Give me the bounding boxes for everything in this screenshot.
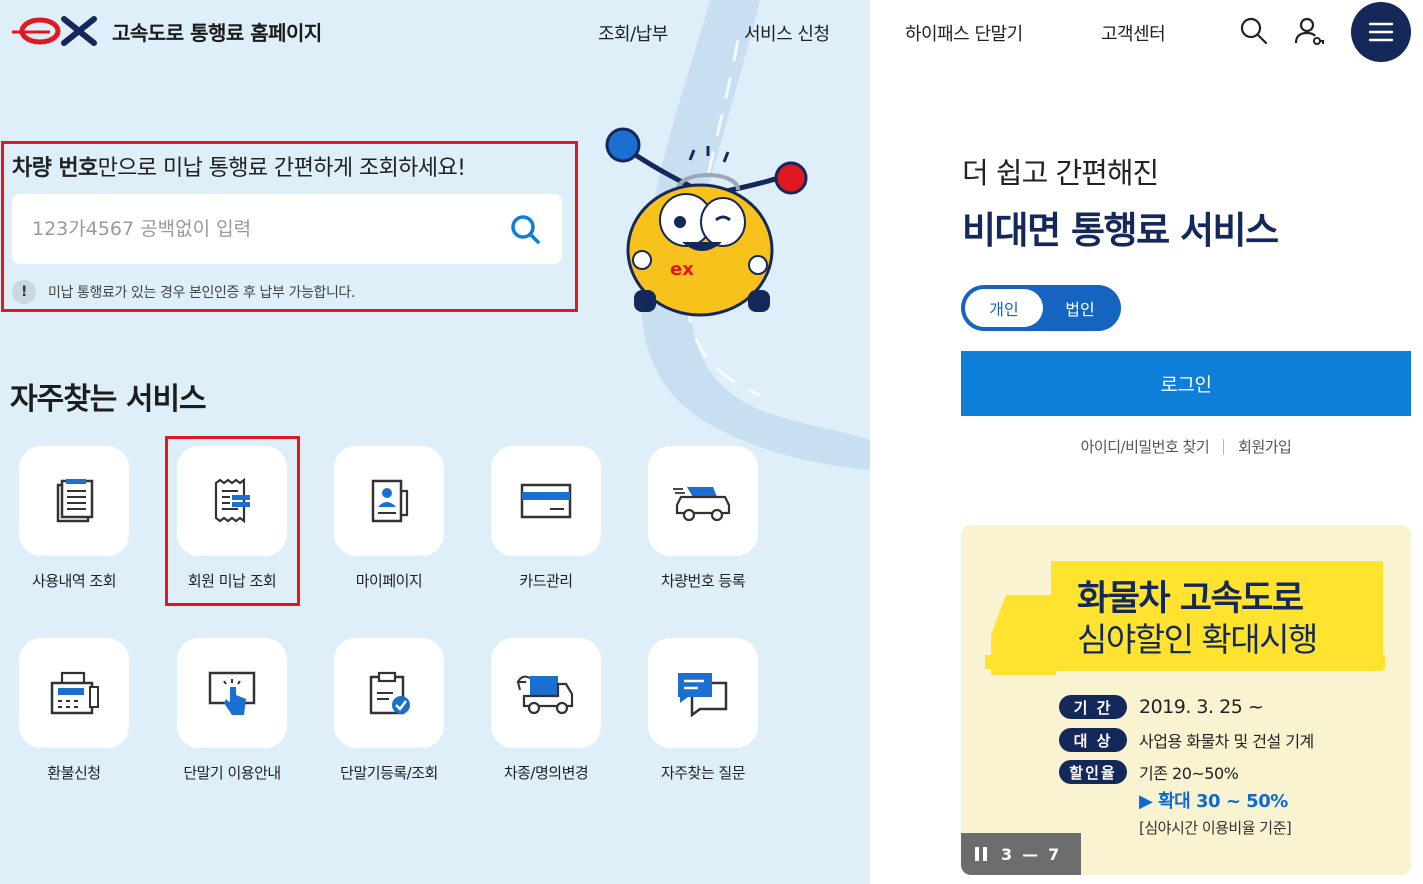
user-key-icon — [1294, 17, 1324, 45]
right-panel: 더 쉽고 간편해진 비대면 통행료 서비스 개인 법인 로그인 아이디/비밀번호… — [870, 0, 1423, 884]
left-panel: 고속도로 통행료 홈페이지 조회/납부 서비스 신청 차량 번호만으로 미납 통… — [0, 0, 870, 884]
service-tile — [177, 638, 287, 748]
frequent-services-title: 자주찾는 서비스 — [10, 382, 207, 417]
banner-title-line2: 심야할인 확대시행 — [1077, 620, 1318, 659]
header-user-button[interactable] — [1292, 14, 1326, 48]
toggle-corporate[interactable]: 법인 — [1041, 289, 1119, 327]
period-value: 2019. 3. 25 ~ — [1139, 696, 1264, 718]
toggle-personal[interactable]: 개인 — [965, 289, 1043, 327]
pager-current: 3 — [1001, 844, 1013, 864]
nav-service-apply[interactable]: 서비스 신청 — [744, 20, 830, 46]
service-label: 차량번호 등록 — [660, 572, 746, 590]
service-tile — [491, 638, 601, 748]
service-vehicle-owner-change[interactable]: 차종/명의변경 — [476, 638, 616, 798]
service-card-management[interactable]: 카드관리 — [476, 446, 616, 606]
target-value: 사업용 화물차 및 건설 기계 — [1139, 732, 1314, 751]
divider — [1223, 438, 1225, 455]
banner-period-row: 기 간 2019. 3. 25 ~ — [1059, 695, 1264, 719]
plate-search-box: 차량 번호만으로 미납 통행료 간편하게 조회하세요! ! 미납 통행료가 있는… — [1, 141, 578, 312]
service-label: 단말기 이용안내 — [183, 764, 281, 782]
search-input-wrap — [12, 194, 562, 264]
exclamation-icon: ! — [12, 280, 36, 304]
service-tile — [19, 638, 129, 748]
nav-customer-center[interactable]: 고객센터 — [1101, 20, 1166, 46]
service-label: 차종/명의변경 — [503, 764, 589, 782]
banner-pager: 3 — 7 — [961, 833, 1081, 875]
site-title: 고속도로 통행료 홈페이지 — [112, 20, 322, 45]
triangle-right-icon: ▶ — [1139, 791, 1153, 812]
site-logo[interactable]: 고속도로 통행료 홈페이지 — [10, 14, 322, 48]
header-search-button[interactable] — [1237, 14, 1271, 48]
profile-book-icon — [371, 479, 409, 523]
mascot-car-icon: ex — [605, 127, 808, 317]
account-links: 아이디/비밀번호 찾기 회원가입 — [961, 436, 1411, 457]
document-list-icon — [56, 479, 94, 523]
login-subtitle: 더 쉽고 간편해진 — [962, 156, 1159, 190]
search-icon — [1240, 17, 1268, 45]
pager-separator: — — [1022, 844, 1039, 864]
service-tile — [334, 638, 444, 748]
ex-logo-icon — [12, 16, 97, 46]
menu-button[interactable] — [1351, 2, 1411, 62]
rate-pill: 할인율 — [1059, 760, 1127, 784]
notice-text: 미납 통행료가 있는 경우 본인인증 후 납부 가능합니다. — [48, 285, 355, 301]
pager-total: 7 — [1048, 844, 1060, 864]
expanded-rate-text: 확대 30 ~ 50% — [1158, 791, 1288, 812]
nav-hipass-terminal[interactable]: 하이패스 단말기 — [905, 20, 1023, 46]
service-mypage[interactable]: 마이페이지 — [319, 446, 459, 606]
service-usage-history[interactable]: 사용내역 조회 — [4, 446, 144, 606]
svg-text:ex: ex — [670, 259, 694, 280]
service-terminal-guide[interactable]: 단말기 이용안내 — [162, 638, 302, 798]
card-icon — [520, 483, 572, 519]
service-tile — [648, 446, 758, 556]
hamburger-icon — [1368, 22, 1394, 42]
banner-target-row: 대 상 사업용 화물차 및 건설 기계 — [1059, 728, 1314, 752]
member-type-toggle: 개인 법인 — [961, 285, 1121, 331]
service-faq[interactable]: 자주찾는 질문 — [633, 638, 773, 798]
rate-value: 기존 20~50% — [1139, 764, 1239, 783]
target-pill: 대 상 — [1059, 728, 1127, 752]
service-plate-register[interactable]: 차량번호 등록 — [633, 446, 773, 606]
unpaid-notice: ! 미납 통행료가 있는 경우 본인인증 후 납부 가능합니다. — [12, 280, 355, 304]
banner-footnote: [심야시간 이용비율 기준] — [1139, 819, 1292, 837]
service-tile — [334, 446, 444, 556]
service-label: 환불신청 — [47, 764, 101, 782]
period-pill: 기 간 — [1059, 695, 1127, 719]
search-icon[interactable] — [508, 212, 542, 246]
fax-icon — [50, 671, 99, 715]
nav-inquiry-payment[interactable]: 조회/납부 — [598, 20, 668, 46]
car-icon — [673, 487, 731, 522]
plate-number-input[interactable] — [32, 194, 502, 264]
pause-icon[interactable] — [975, 847, 987, 861]
signup-link[interactable]: 회원가입 — [1238, 436, 1292, 457]
find-account-link[interactable]: 아이디/비밀번호 찾기 — [1081, 436, 1210, 457]
promo-banner[interactable]: 화물차 고속도로 심야할인 확대시행 기 간 2019. 3. 25 ~ 대 상… — [961, 525, 1411, 875]
clipboard-check-icon — [369, 671, 410, 715]
highlight-member-unpaid — [165, 436, 300, 606]
service-terminal-register[interactable]: 단말기등록/조회 — [319, 638, 459, 798]
chat-icon — [678, 673, 728, 717]
search-heading: 차량 번호만으로 미납 통행료 간편하게 조회하세요! — [12, 150, 466, 182]
search-heading-rest: 만으로 미납 통행료 간편하게 조회하세요! — [97, 156, 466, 181]
service-label: 자주찾는 질문 — [660, 764, 746, 782]
service-label: 마이페이지 — [355, 572, 423, 590]
service-refund[interactable]: 환불신청 — [4, 638, 144, 798]
service-label: 카드관리 — [519, 572, 573, 590]
service-label: 사용내역 조회 — [31, 572, 117, 590]
search-heading-bold: 차량 번호 — [12, 156, 98, 181]
service-tile — [648, 638, 758, 748]
service-tile — [19, 446, 129, 556]
login-title: 비대면 통행료 서비스 — [962, 209, 1279, 252]
expanded-rate: ▶ 확대 30 ~ 50% — [1139, 787, 1288, 813]
touch-screen-icon — [208, 671, 256, 715]
login-button[interactable]: 로그인 — [961, 351, 1411, 416]
service-label: 단말기등록/조회 — [340, 764, 438, 782]
banner-rate-row: 할인율 기존 20~50% — [1059, 760, 1239, 784]
service-tile — [491, 446, 601, 556]
truck-icon — [516, 675, 574, 715]
